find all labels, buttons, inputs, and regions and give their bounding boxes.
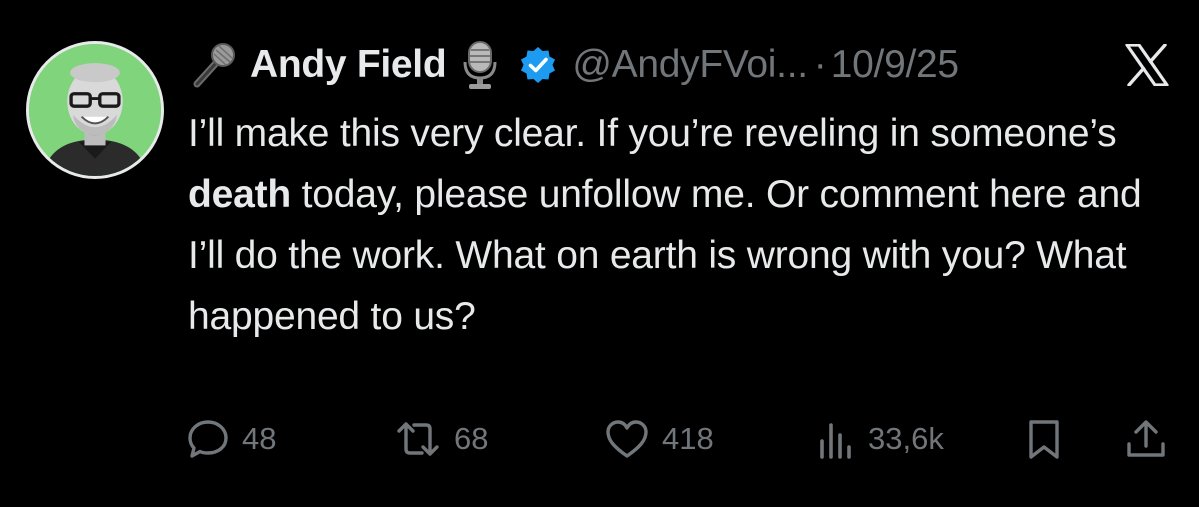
tweet-header: Andy Field @AndyFVoi... · 10/9/25 [186,40,1186,90]
author-name[interactable]: Andy Field [250,43,447,87]
studio-microphone-icon [458,40,502,90]
avatar[interactable] [26,41,164,179]
bar-chart-icon [820,423,851,459]
like-count: 418 [662,421,714,456]
bookmark-icon [1029,420,1059,459]
verified-badge-icon [518,45,558,85]
retweet-button[interactable]: 68 [394,413,488,465]
action-bar: 48 68 418 33,6k [186,413,1176,465]
tweet-text-part1: I’ll make this very clear. If you’re rev… [188,112,1117,155]
bookmark-button[interactable] [1024,413,1064,465]
share-upload-icon [1127,420,1165,457]
reply-button[interactable]: 48 [186,413,276,465]
like-button[interactable]: 418 [604,413,714,465]
author-handle[interactable]: @AndyFVoi... [572,43,808,87]
x-logo-icon[interactable] [1125,43,1169,87]
tweet-text-part2: today, please unfollow me. Or comment he… [188,173,1142,338]
reply-count: 48 [242,421,277,456]
share-button[interactable] [1124,413,1168,465]
views-count: 33,6k [868,421,944,456]
retweet-count: 68 [454,421,489,456]
tweet-text: I’ll make this very clear. If you’re rev… [188,103,1178,347]
microphone-icon [186,40,242,90]
separator-dot: · [813,43,827,86]
retweet-icon [397,422,439,456]
speech-bubble-icon [188,420,228,458]
tweet-text-bold: death [188,173,292,216]
views-button[interactable]: 33,6k [816,413,944,465]
avatar-photo [29,44,161,176]
heart-icon [606,420,648,458]
tweet-date[interactable]: 10/9/25 [831,43,959,87]
